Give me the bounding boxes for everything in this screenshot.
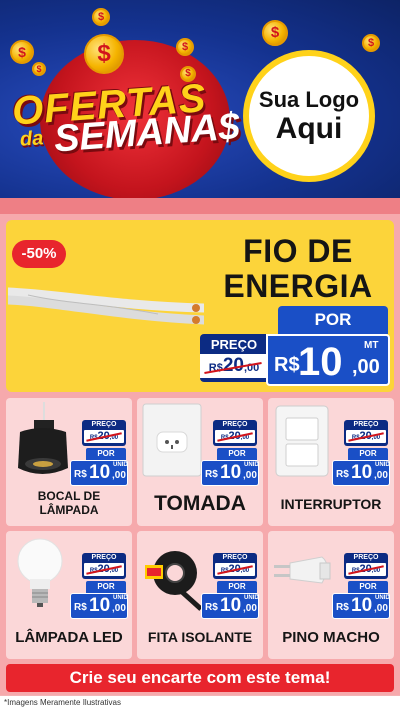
product-name: BOCAL DE LÂMPADA <box>37 489 101 517</box>
dollar-coin-icon: $ <box>84 34 124 74</box>
product-card-bocal: PREÇO R$20,00 POR R$ 10 ,00 UNID BOCAL D… <box>6 398 132 526</box>
new-price-tag: R$ 10 ,00 UNID <box>332 460 390 486</box>
switch-icon <box>275 405 329 477</box>
product-name: PINO MACHO <box>282 629 380 646</box>
led-bulb-icon <box>17 538 63 607</box>
featured-por-label: POR <box>278 306 388 334</box>
new-price-tag: R$ 10 ,00 UNID <box>70 593 128 619</box>
tape-icon <box>145 551 203 611</box>
product-card-tomada: PREÇO R$20,00 POR R$ 10 ,00 UNID TOMADA <box>137 398 263 526</box>
discount-badge: -50% <box>12 240 66 268</box>
new-price-tag: R$ 10 ,00 UNID <box>201 460 259 486</box>
por-label: POR <box>86 581 126 593</box>
dollar-coin-icon: $ <box>262 20 288 46</box>
new-price-tag: R$ 10 ,00 UNID <box>201 593 259 619</box>
wire-image <box>8 287 204 325</box>
product-card-interruptor: PREÇO R$20,00 POR R$ 10 ,00 UNID INTERRU… <box>268 398 394 526</box>
lamp-socket-icon <box>18 402 68 474</box>
new-price-tag: R$ 10 ,00 UNID <box>332 593 390 619</box>
logo-placeholder: Sua Logo Aqui <box>243 50 375 182</box>
product-card-lampada-led: PREÇO R$20,00 POR R$ 10 ,00 UNID LÂMPADA… <box>6 531 132 659</box>
featured-price-decimal: ,00 <box>352 356 380 378</box>
panel-top-strip <box>0 198 400 214</box>
featured-currency: R$ <box>274 354 300 376</box>
por-label: POR <box>217 448 257 460</box>
product-name: FITA ISOLANTE <box>147 629 253 645</box>
product-name: TOMADA <box>154 492 246 515</box>
title-da: da <box>19 127 45 151</box>
create-flyer-cta[interactable]: Crie seu encarte com este tema! <box>6 664 394 692</box>
featured-old-price: PREÇO R$20,00 <box>200 334 268 382</box>
disclaimer-text: *Imagens Meramente Ilustrativas <box>4 698 121 707</box>
logo-line2: Aqui <box>275 112 343 146</box>
plug-icon <box>274 556 331 584</box>
featured-preco-label: PREÇO <box>210 337 258 352</box>
featured-product-name: FIO DE ENERGIA <box>223 233 373 304</box>
por-label: POR <box>217 581 257 593</box>
dollar-coin-icon: $ <box>10 40 34 64</box>
logo-line1: Sua Logo <box>258 87 360 113</box>
product-name: INTERRUPTOR <box>280 496 382 512</box>
new-price-tag: R$ 10 ,00 UNID <box>70 460 128 486</box>
featured-unit: MT <box>364 340 379 351</box>
dollar-coin-icon: $ <box>92 8 110 26</box>
featured-new-price: R$ 10 ,00 MT <box>266 334 390 386</box>
dollar-coin-icon: $ <box>176 38 194 56</box>
product-card-pino-macho: PREÇO R$20,00 POR R$ 10 ,00 UNID PINO MA… <box>268 531 394 659</box>
dollar-coin-icon: $ <box>32 62 46 76</box>
dollar-coin-icon: $ <box>362 34 380 52</box>
product-name: LÂMPADA LED <box>15 629 123 646</box>
por-label: POR <box>348 581 388 593</box>
featured-price-integer: 10 <box>298 340 343 384</box>
por-label: POR <box>348 448 388 460</box>
product-card-fita-isolante: PREÇO R$20,00 POR R$ 10 ,00 UNID FITA IS… <box>137 531 263 659</box>
outlet-icon <box>142 403 202 477</box>
por-label: POR <box>86 448 126 460</box>
